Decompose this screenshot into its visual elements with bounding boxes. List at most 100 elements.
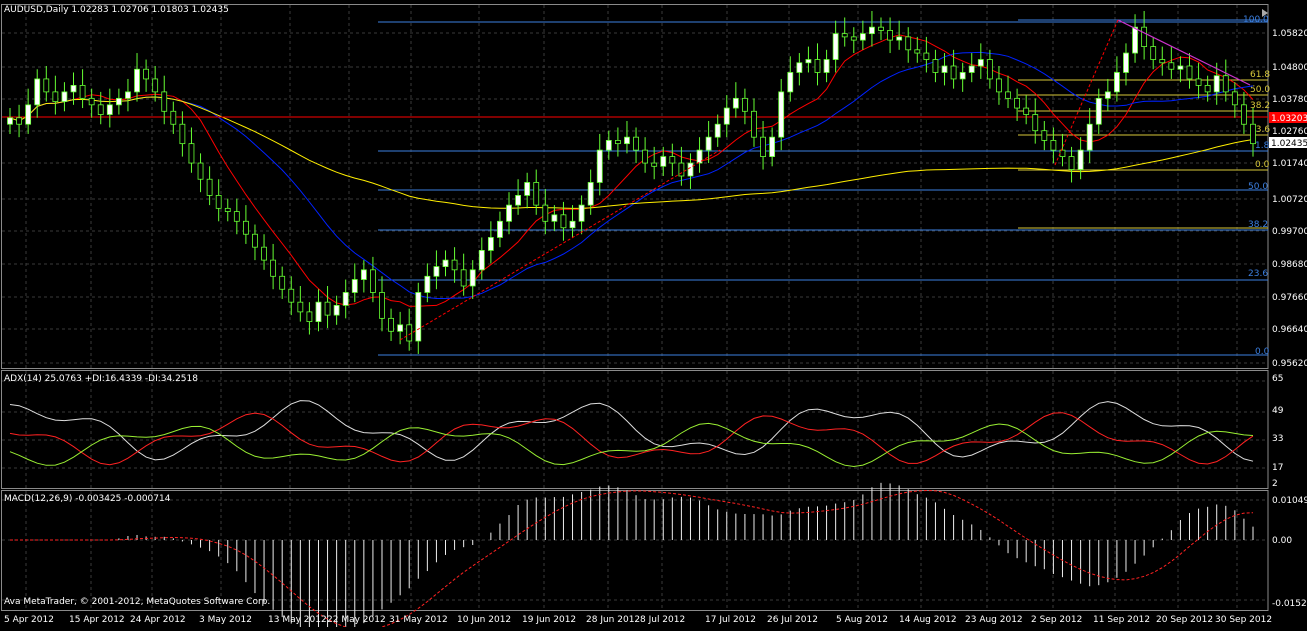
price-axis-label: 1.01740: [1272, 159, 1307, 169]
candle-body: [406, 324, 413, 342]
candle-body: [1241, 104, 1247, 125]
candle-body: [651, 162, 658, 167]
candle-body: [841, 33, 848, 38]
candle-body: [760, 136, 766, 157]
candle-body: [415, 292, 422, 342]
candle-body: [959, 72, 966, 80]
time-axis-label: 31 May 2012: [389, 615, 448, 625]
ma-fast-line: [9, 34, 1254, 307]
candle-body: [1177, 65, 1184, 70]
candle-body: [315, 301, 322, 322]
time-axis-label: 13 May 2012: [268, 615, 327, 625]
candle-body: [751, 110, 757, 138]
price-axis-label: 1.00720: [1272, 195, 1307, 205]
candle-body: [188, 143, 195, 164]
candle-body: [732, 97, 739, 109]
candle-body: [125, 91, 131, 99]
candle-body: [515, 195, 521, 206]
candle-body: [542, 204, 549, 222]
time-axis-label: 17 Jul 2012: [705, 615, 756, 625]
price-axis-label: 1.02760: [1272, 127, 1307, 137]
time-axis-label: 28 Jun 2012: [586, 615, 640, 625]
adx-panel-title: ADX(14) 25.0763 +DI:16.4339 -DI:34.2518: [4, 374, 198, 384]
candle-body: [569, 220, 576, 229]
candle-body: [161, 91, 168, 112]
candle-body: [270, 259, 277, 277]
candle-body: [261, 246, 267, 261]
candle-body: [388, 317, 394, 332]
candle-body: [669, 156, 676, 164]
candle-body: [1204, 85, 1211, 93]
chart-canvas[interactable]: 100.061.850.038.223.61.80.050.038.223.60…: [0, 0, 1307, 631]
candle-body: [1141, 26, 1148, 47]
time-axis-label: 5 Apr 2012: [4, 615, 54, 625]
candle-body: [769, 136, 776, 157]
candle-body: [224, 207, 231, 212]
candle-body: [97, 104, 104, 115]
candle-body: [1114, 72, 1120, 93]
candle-body: [796, 62, 803, 73]
candle-body: [905, 36, 912, 51]
candle-body: [379, 292, 385, 319]
candle-body: [642, 149, 649, 164]
candle-body: [1132, 26, 1138, 54]
panel-frame-3: [1, 490, 1269, 611]
candle-body: [1086, 123, 1093, 151]
candle-body: [333, 305, 340, 316]
price-axis-label: 1.04800: [1272, 63, 1307, 73]
time-axis-label: 2 Sep 2012: [1031, 615, 1082, 625]
fib-level-label: 100.0: [1243, 15, 1269, 25]
candle-body: [533, 182, 540, 206]
candle-body: [342, 292, 349, 306]
candle-body: [1095, 97, 1102, 125]
price-axis-label: 1.03780: [1272, 95, 1307, 105]
candlestick-series: [7, 11, 1256, 354]
candle-body: [43, 78, 50, 93]
candle-body: [424, 275, 431, 293]
candle-body: [660, 156, 667, 167]
candle-body: [360, 269, 367, 280]
candle-body: [506, 204, 512, 222]
fib-level-label: 23.6: [1248, 269, 1268, 279]
candle-body: [551, 214, 558, 222]
candle-body: [397, 324, 404, 332]
candle-body: [1050, 140, 1057, 151]
metatrader-chart-window[interactable]: 100.0 61.8 50.0 38.2 23.6 1.8 0.0 50.0 38.2 23.6 0…: [0, 0, 1307, 631]
candle-body: [723, 107, 730, 125]
candle-body: [179, 123, 186, 145]
adx-axis-label: 33: [1272, 434, 1283, 444]
fib-level-label: 38.2: [1248, 220, 1268, 230]
ma-slow-line: [9, 96, 1254, 209]
candle-body: [996, 78, 1002, 93]
candle-body: [850, 36, 857, 41]
candle-body: [823, 59, 830, 73]
macd-axis-label: 0.00: [1272, 536, 1292, 546]
adx-line: [9, 400, 1254, 462]
fib-level-label: 1.8: [1255, 141, 1270, 151]
candle-body: [52, 91, 59, 102]
candle-body: [1023, 107, 1030, 115]
candle-body: [79, 85, 86, 99]
candle-body: [1041, 130, 1048, 141]
candle-body: [714, 123, 721, 138]
candle-body: [950, 65, 957, 80]
price-axis-label: 1.05820: [1272, 29, 1307, 39]
candle-body: [923, 52, 930, 60]
candle-body: [351, 279, 358, 293]
candle-body: [433, 266, 440, 277]
macd-panel-title: MACD(12,26,9) -0.003425 -0.000714: [4, 494, 171, 504]
candle-body: [687, 162, 694, 177]
support-trendline: [399, 149, 721, 341]
candle-body: [1168, 62, 1175, 70]
candle-body: [1077, 149, 1084, 170]
candle-body: [1104, 91, 1111, 99]
candle-body: [596, 149, 603, 183]
candle-body: [306, 311, 313, 322]
candle-body: [242, 220, 249, 235]
time-axis-label: 26 Jul 2012: [767, 615, 818, 625]
candle-body: [288, 288, 295, 303]
candle-body: [832, 33, 839, 60]
main-chart-title: AUDUSD,Daily 1.02283 1.02706 1.01803 1.0…: [4, 5, 229, 15]
candle-body: [968, 65, 975, 73]
candle-body: [324, 301, 331, 316]
